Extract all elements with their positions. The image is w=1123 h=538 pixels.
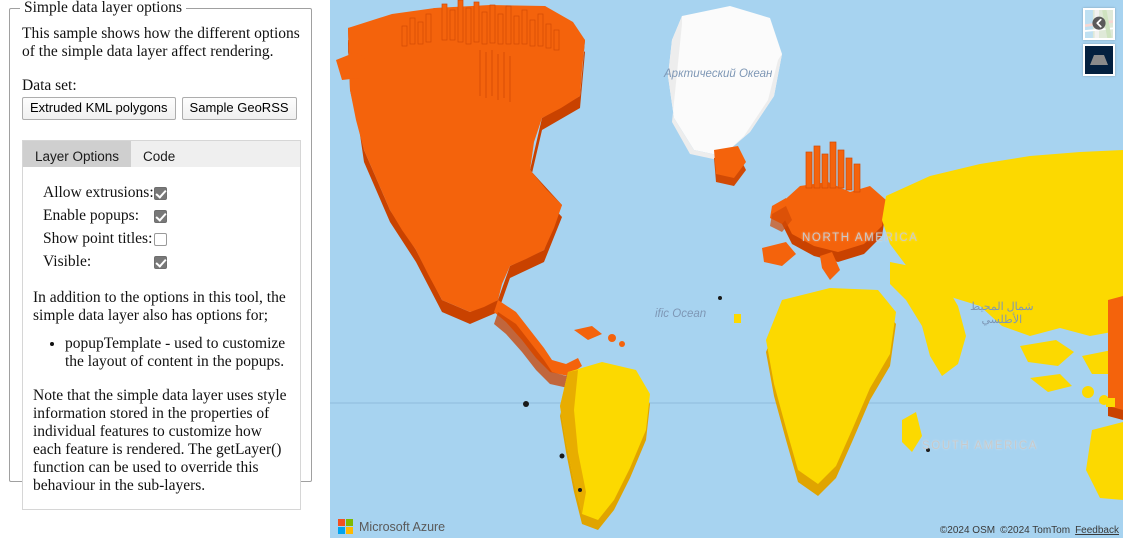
tab-strip: Layer Options Code (22, 140, 301, 167)
list-item: popupTemplate - used to customize the la… (65, 335, 290, 371)
tab-container: Layer Options Code Allow extrusions: Ena… (22, 140, 301, 510)
options-panel: Simple data layer options This sample sh… (0, 0, 330, 538)
pitch-trapezoid-icon (1090, 55, 1108, 65)
options-table: Allow extrusions: Enable popups: Show po… (43, 181, 184, 273)
intro-text: This sample shows how the different opti… (22, 25, 300, 60)
extruded-kml-polygons-button[interactable]: Extruded KML polygons (22, 97, 176, 120)
layer-options-panel: Allow extrusions: Enable popups: Show po… (22, 167, 301, 510)
dataset-button-row: Extruded KML polygons Sample GeoRSS (22, 97, 301, 120)
allow-extrusions-checkbox[interactable] (153, 186, 167, 200)
app-root: Simple data layer options This sample sh… (0, 0, 1123, 538)
visible-checkbox[interactable] (153, 255, 167, 269)
map-canvas[interactable]: NORTH AMERICA SOUTH AMERICA EUROPE AFRIC… (330, 0, 1123, 538)
note-body-text: Note that the simple data layer uses sty… (33, 387, 287, 494)
table-row: Show point titles: (43, 227, 184, 250)
tab-layer-options[interactable]: Layer Options (23, 141, 132, 167)
map-attribution: ©2024 OSM ©2024 TomTom Feedback (940, 525, 1119, 536)
attribution-osm: ©2024 OSM (939, 525, 996, 536)
additional-options-list: popupTemplate - used to customize the la… (33, 335, 290, 371)
feedback-link[interactable]: Feedback (1075, 525, 1119, 536)
back-arrow-icon (1092, 16, 1106, 30)
table-row: Visible: (43, 250, 184, 273)
panel-body: This sample shows how the different opti… (10, 9, 313, 510)
enable-popups-label: Enable popups: (43, 207, 139, 224)
map-graphics (330, 0, 1123, 538)
table-row: Enable popups: (43, 204, 184, 227)
show-point-titles-checkbox[interactable] (153, 232, 167, 246)
options-fieldset: Simple data layer options This sample sh… (9, 0, 312, 510)
enable-popups-checkbox[interactable] (153, 209, 167, 223)
sample-georss-button[interactable]: Sample GeoRSS (181, 97, 297, 120)
table-row: Allow extrusions: (43, 181, 184, 204)
note-intro-text: In addition to the options in this tool,… (33, 289, 286, 324)
visible-label: Visible: (43, 253, 92, 270)
pitch-button[interactable] (1083, 44, 1115, 76)
allow-extrusions-label: Allow extrusions: (43, 184, 154, 201)
tab-code[interactable]: Code (131, 141, 187, 167)
dataset-label: Data set: (22, 77, 77, 94)
attribution-tomtom: ©2024 TomTom (1000, 525, 1071, 536)
style-picker-button[interactable] (1083, 8, 1115, 40)
show-point-titles-label: Show point titles: (43, 230, 153, 247)
